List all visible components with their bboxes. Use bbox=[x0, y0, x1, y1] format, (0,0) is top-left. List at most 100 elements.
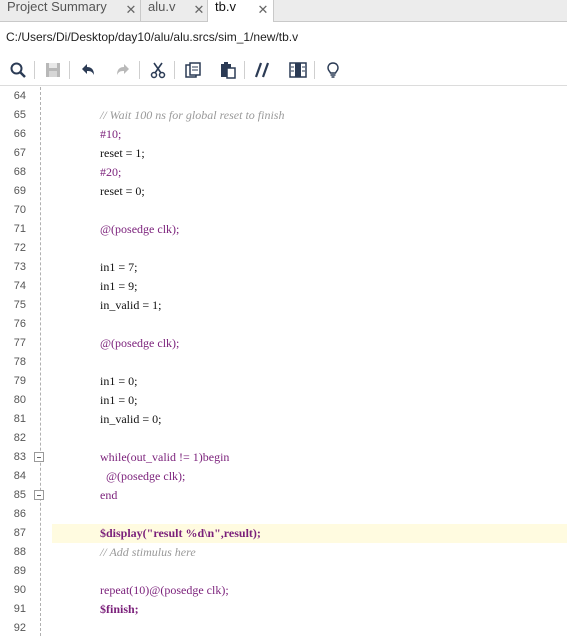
line-number: 76 bbox=[13, 318, 26, 330]
code-editor[interactable]: 64 65 // Wait 100 ns for global reset to… bbox=[0, 87, 567, 636]
line-number: 74 bbox=[13, 280, 26, 292]
cut-icon[interactable] bbox=[147, 59, 169, 81]
line-number: 73 bbox=[13, 261, 26, 273]
code-text: @(posedge clk); bbox=[100, 336, 180, 350]
code-text: in1 = 0; bbox=[100, 393, 138, 407]
code-line: 89 bbox=[0, 562, 567, 581]
line-number: 83 bbox=[13, 451, 26, 463]
code-line: 84 @(posedge clk); bbox=[0, 467, 567, 486]
line-number: 70 bbox=[13, 204, 26, 216]
code-line: 85 end bbox=[0, 486, 567, 505]
code-line: 90 repeat(10)@(posedge clk); bbox=[0, 581, 567, 600]
code-line: 72 bbox=[0, 239, 567, 258]
redo-icon[interactable] bbox=[112, 59, 134, 81]
line-number: 91 bbox=[13, 603, 26, 615]
comment-toggle-icon[interactable] bbox=[252, 59, 274, 81]
line-number: 92 bbox=[13, 622, 26, 634]
code-text: while(out_valid != 1)begin bbox=[100, 450, 230, 464]
code-text: // Add stimulus here bbox=[100, 545, 196, 559]
tab-project-summary[interactable]: Project Summary ✕ bbox=[0, 0, 141, 21]
columns-icon[interactable] bbox=[287, 59, 309, 81]
line-number: 65 bbox=[13, 109, 26, 121]
code-text: reset = 1; bbox=[100, 146, 145, 160]
code-text: @(posedge clk); bbox=[100, 222, 180, 236]
line-number: 64 bbox=[13, 90, 26, 102]
code-text: $finish; bbox=[100, 602, 139, 616]
line-number: 89 bbox=[13, 565, 26, 577]
fold-collapse-icon[interactable] bbox=[34, 452, 44, 462]
code-line: 80 in1 = 0; bbox=[0, 391, 567, 410]
code-line: 68 #20; bbox=[0, 163, 567, 182]
toolbar-separator bbox=[174, 61, 175, 79]
code-line: 77 @(posedge clk); bbox=[0, 334, 567, 353]
line-number: 67 bbox=[13, 147, 26, 159]
line-number: 72 bbox=[13, 242, 26, 254]
line-number: 69 bbox=[13, 185, 26, 197]
code-text: @(posedge clk); bbox=[100, 469, 186, 483]
code-text: repeat(10)@(posedge clk); bbox=[100, 583, 229, 597]
code-line: 73 in1 = 7; bbox=[0, 258, 567, 277]
line-number: 66 bbox=[13, 128, 26, 140]
paste-icon[interactable] bbox=[217, 59, 239, 81]
code-line: 64 bbox=[0, 87, 567, 106]
save-icon[interactable] bbox=[42, 59, 64, 81]
code-line: 67 reset = 1; bbox=[0, 144, 567, 163]
file-path: C:/Users/Di/Desktop/day10/alu/alu.srcs/s… bbox=[6, 30, 299, 44]
close-icon[interactable]: ✕ bbox=[192, 1, 206, 19]
code-text: #10; bbox=[100, 127, 122, 141]
toolbar-separator bbox=[34, 61, 35, 79]
close-icon[interactable]: ✕ bbox=[124, 1, 138, 19]
code-line: 88 // Add stimulus here bbox=[0, 543, 567, 562]
code-text: // Wait 100 ns for global reset to finis… bbox=[100, 108, 285, 122]
tab-label: alu.v bbox=[148, 0, 176, 14]
line-number: 85 bbox=[13, 489, 26, 501]
code-text: in1 = 7; bbox=[100, 260, 138, 274]
code-line-highlighted: 87 $display("result %d\n",result); bbox=[0, 524, 567, 543]
code-text: in_valid = 1; bbox=[100, 298, 162, 312]
code-line: 82 bbox=[0, 429, 567, 448]
line-number: 78 bbox=[13, 356, 26, 368]
toolbar-separator bbox=[314, 61, 315, 79]
tab-alu-v[interactable]: alu.v ✕ bbox=[141, 0, 208, 21]
code-line: 92 bbox=[0, 619, 567, 638]
code-text: in1 = 9; bbox=[100, 279, 138, 293]
code-line: 69 reset = 0; bbox=[0, 182, 567, 201]
line-number: 87 bbox=[13, 527, 26, 539]
line-number: 86 bbox=[13, 508, 26, 520]
code-line: 74 in1 = 9; bbox=[0, 277, 567, 296]
line-number: 82 bbox=[13, 432, 26, 444]
line-number: 71 bbox=[13, 223, 26, 235]
code-text: reset = 0; bbox=[100, 184, 145, 198]
lightbulb-icon[interactable] bbox=[322, 59, 344, 81]
code-text: $display("result %d\n",result); bbox=[100, 526, 261, 540]
search-icon[interactable] bbox=[7, 59, 29, 81]
code-text: in1 = 0; bbox=[100, 374, 138, 388]
code-text: #20; bbox=[100, 165, 122, 179]
toolbar-divider bbox=[0, 85, 567, 86]
code-line: 65 // Wait 100 ns for global reset to fi… bbox=[0, 106, 567, 125]
code-line: 83 while(out_valid != 1)begin bbox=[0, 448, 567, 467]
tab-tb-v[interactable]: tb.v ✕ bbox=[208, 0, 274, 22]
code-line: 70 bbox=[0, 201, 567, 220]
tab-label: tb.v bbox=[215, 0, 236, 14]
editor-toolbar bbox=[0, 56, 567, 84]
line-number: 81 bbox=[13, 413, 26, 425]
copy-icon[interactable] bbox=[182, 59, 204, 81]
editor-tab-bar: Project Summary ✕ alu.v ✕ tb.v ✕ bbox=[0, 0, 567, 22]
undo-icon[interactable] bbox=[77, 59, 99, 81]
line-number: 84 bbox=[13, 470, 26, 482]
line-number: 75 bbox=[13, 299, 26, 311]
code-line: 91 $finish; bbox=[0, 600, 567, 619]
fold-end-icon[interactable] bbox=[34, 490, 44, 500]
close-icon[interactable]: ✕ bbox=[256, 1, 270, 19]
code-line: 78 bbox=[0, 353, 567, 372]
toolbar-separator bbox=[139, 61, 140, 79]
line-number: 80 bbox=[13, 394, 26, 406]
code-line: 71 @(posedge clk); bbox=[0, 220, 567, 239]
code-line: 75 in_valid = 1; bbox=[0, 296, 567, 315]
code-text: end bbox=[100, 488, 118, 502]
code-line: 79 in1 = 0; bbox=[0, 372, 567, 391]
code-line: 81 in_valid = 0; bbox=[0, 410, 567, 429]
line-number: 77 bbox=[13, 337, 26, 349]
code-line: 76 bbox=[0, 315, 567, 334]
